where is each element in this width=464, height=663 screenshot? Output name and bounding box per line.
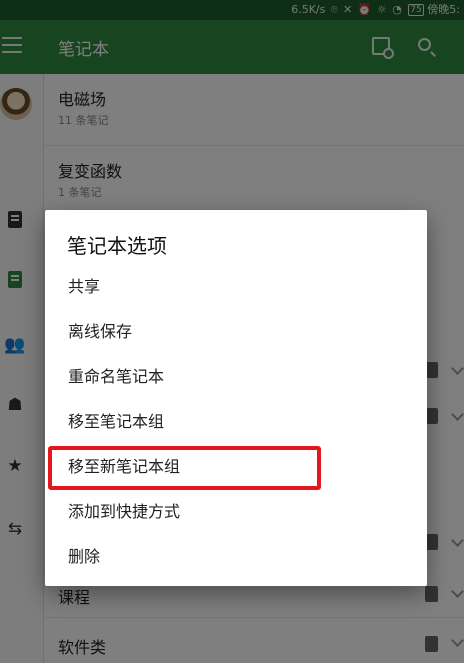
delete-option[interactable]: 删除 xyxy=(45,534,427,579)
share-option[interactable]: 共享 xyxy=(45,264,427,309)
add-shortcut-option[interactable]: 添加到快捷方式 xyxy=(45,489,427,534)
highlight-box xyxy=(48,446,321,490)
move-to-stack-option[interactable]: 移至笔记本组 xyxy=(45,399,427,444)
rename-notebook-option[interactable]: 重命名笔记本 xyxy=(45,354,427,399)
dialog-title: 笔记本选项 xyxy=(67,234,167,258)
offline-save-option[interactable]: 离线保存 xyxy=(45,309,427,354)
notebook-options-dialog: 笔记本选项 共享 离线保存 重命名笔记本 移至笔记本组 移至新笔记本组 添加到快… xyxy=(45,210,427,586)
